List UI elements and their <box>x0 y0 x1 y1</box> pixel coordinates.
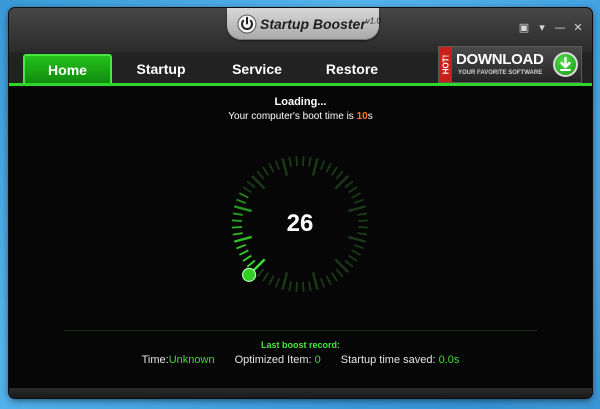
tab-startup[interactable]: Startup <box>121 54 201 84</box>
boot-gauge: 26 <box>220 144 380 304</box>
gauge-tick <box>295 156 298 167</box>
gauge-tick <box>281 271 289 290</box>
gauge-knob <box>241 267 257 283</box>
gauge-tick <box>268 163 275 173</box>
tab-home[interactable]: Home <box>23 54 112 84</box>
hot-tag: HOT! <box>439 47 452 82</box>
power-icon <box>237 14 257 34</box>
gauge-tick <box>274 277 281 288</box>
record-time: Time:Unknown <box>141 354 215 366</box>
gauge-tick <box>335 170 344 180</box>
gauge-tick <box>288 281 292 292</box>
record-saved: Startup time saved: 0.0s <box>340 354 460 366</box>
gauge-tick <box>262 166 270 176</box>
gauge-tick <box>288 156 292 167</box>
gauge-tick <box>242 186 252 194</box>
gauge-tick <box>281 158 289 177</box>
gauge-tick-active <box>236 243 247 250</box>
gauge-tick <box>256 170 265 180</box>
gauge-tick <box>353 243 364 250</box>
gauge-tick-active <box>246 259 256 268</box>
home-panel: Loading... Your computer's boot time is … <box>9 86 592 388</box>
gauge-tick <box>344 180 354 189</box>
title-badge: Startup Boosterv1.0 <box>227 8 381 40</box>
gauge-tick-active <box>239 249 249 256</box>
download-banner[interactable]: HOT! DOWNLOAD YOUR FAVORITE SOFTWARE <box>438 46 582 83</box>
gauge-tick <box>262 272 270 282</box>
window-controls: ▣ ▾ — ✕ <box>516 20 586 34</box>
record-optimized: Optimized Item: 0 <box>234 354 321 366</box>
gauge-tick-active <box>239 192 249 199</box>
app-title: Startup Boosterv1.0 <box>260 16 381 32</box>
gauge-tick <box>302 281 305 292</box>
gauge-tick <box>351 192 361 199</box>
gauge-tick <box>311 158 319 177</box>
tab-restore[interactable]: Restore <box>312 54 392 84</box>
gauge-tick <box>302 156 305 167</box>
gauge-tick <box>311 271 319 290</box>
gauge-tick <box>353 198 364 205</box>
download-title: DOWNLOAD <box>456 51 544 68</box>
gauge-tick-active <box>242 254 252 262</box>
gauge-tick <box>330 272 338 282</box>
boot-time-text: Your computer's boot time is 10s <box>228 111 373 122</box>
gauge-tick <box>308 281 312 292</box>
section-divider <box>64 330 537 331</box>
gauge-tick <box>344 259 354 268</box>
gauge-tick <box>348 186 358 194</box>
record-optimized-value: 0 <box>314 354 321 366</box>
gauge-tick-active <box>236 198 247 205</box>
gauge-value: 26 <box>286 210 314 237</box>
close-icon[interactable]: ✕ <box>570 20 586 34</box>
loading-text: Loading... <box>274 96 327 108</box>
gauge-tick <box>348 254 358 262</box>
skin-icon[interactable]: ▣ <box>516 20 532 34</box>
gauge-tick <box>256 268 265 278</box>
menu-chevron-icon[interactable]: ▾ <box>534 20 550 34</box>
last-record-title: Last boost record: <box>260 340 340 350</box>
download-subtitle: YOUR FAVORITE SOFTWARE <box>458 70 543 76</box>
gauge-tick <box>274 160 281 171</box>
gauge-tick <box>319 277 326 288</box>
gauge-tick <box>268 275 275 285</box>
app-version: v1.0 <box>365 16 381 26</box>
download-icon <box>553 52 578 77</box>
gauge-tick <box>325 275 332 285</box>
record-stats: Time:Unknown Optimized Item: 0 Startup t… <box>9 354 592 366</box>
window-footer <box>9 388 592 398</box>
gauge-tick <box>330 166 338 176</box>
app-window: Startup Boosterv1.0 ▣ ▾ — ✕ Home Startup… <box>9 8 592 398</box>
gauge-tick <box>308 156 312 167</box>
record-saved-value: 0.0s <box>438 354 460 366</box>
gauge-tick <box>295 281 298 292</box>
record-time-value: Unknown <box>168 354 215 366</box>
tab-service[interactable]: Service <box>217 54 297 84</box>
gauge-tick <box>246 180 256 189</box>
gauge-tick <box>325 163 332 173</box>
gauge-tick <box>335 268 344 278</box>
gauge-tick <box>351 249 361 256</box>
boot-time-value: 10 <box>356 111 368 122</box>
gauge-tick <box>319 160 326 171</box>
minimize-icon[interactable]: — <box>552 20 568 34</box>
